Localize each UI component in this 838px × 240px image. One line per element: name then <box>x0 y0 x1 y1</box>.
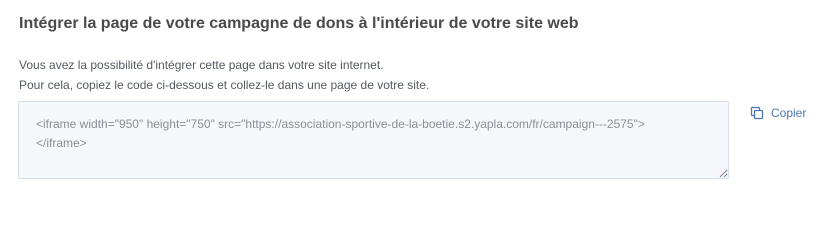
section-title: Intégrer la page de votre campagne de do… <box>19 15 579 32</box>
copy-button[interactable]: Copier <box>750 106 806 120</box>
copy-icon <box>750 106 764 120</box>
description-line: Vous avez la possibilité d'intégrer cett… <box>19 58 384 72</box>
embed-code-textarea[interactable]: <iframe width="950" height="750" src="ht… <box>18 101 729 179</box>
copy-label: Copier <box>771 106 807 120</box>
description: Vous avez la possibilité d'intégrer cett… <box>19 55 429 95</box>
description-line: Pour cela, copiez le code ci-dessous et … <box>19 78 430 92</box>
